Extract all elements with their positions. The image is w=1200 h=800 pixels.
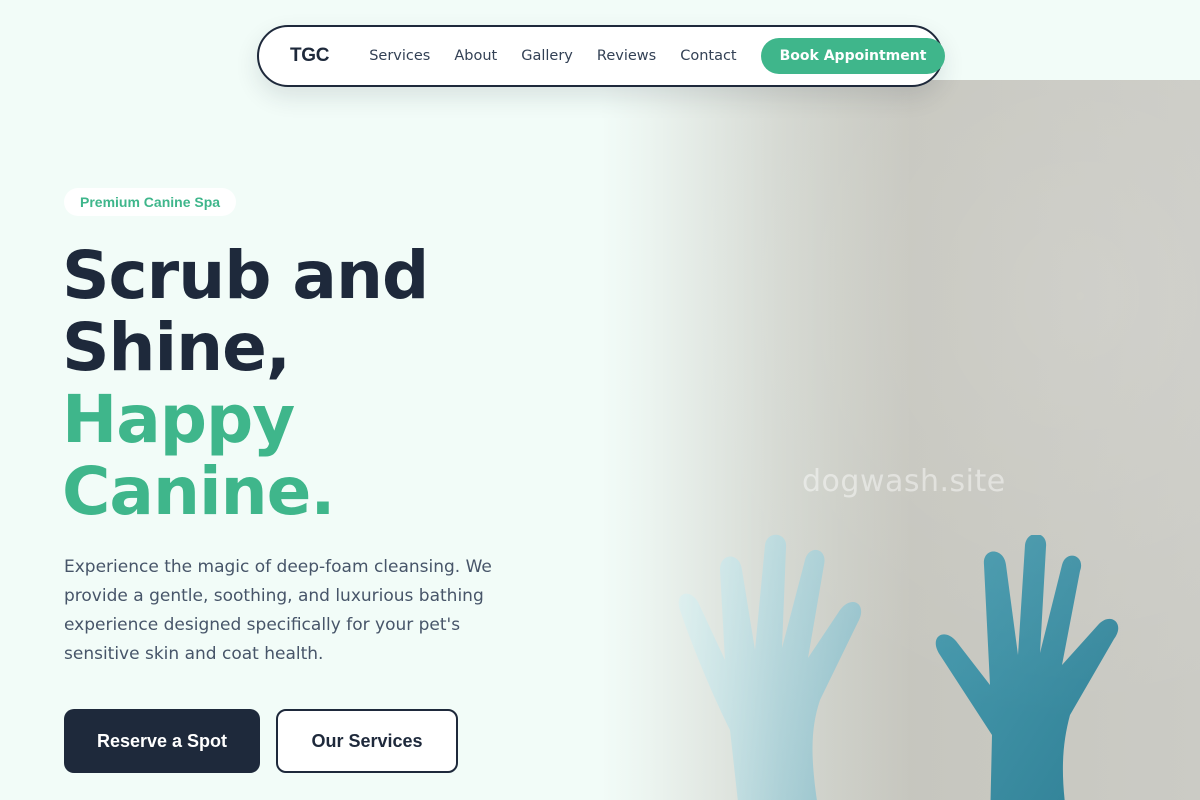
reserve-spot-button[interactable]: Reserve a Spot (64, 709, 260, 773)
nav-links: Services About Gallery Reviews Contact (369, 48, 760, 64)
nav-link-about[interactable]: About (454, 48, 497, 64)
our-services-button[interactable]: Our Services (276, 709, 458, 773)
hero-image: dogwash.site (600, 80, 1200, 800)
book-appointment-button[interactable]: Book Appointment (760, 38, 946, 74)
headline-line-2: Shine, (62, 309, 291, 386)
nav-link-reviews[interactable]: Reviews (597, 48, 656, 64)
hero-description: Experience the magic of deep-foam cleans… (64, 557, 492, 664)
headline-line-3: Happy (62, 381, 295, 458)
headline-line-1: Scrub and (62, 237, 429, 314)
nav-link-services[interactable]: Services (369, 48, 430, 64)
brand-logo[interactable]: TGC (290, 45, 330, 67)
headline-line-4: Canine. (62, 453, 335, 530)
top-navigation: TGC Services About Gallery Reviews Conta… (257, 25, 946, 87)
watermark-text: dogwash.site (802, 464, 1006, 499)
image-fade (600, 80, 1200, 800)
nav-link-gallery[interactable]: Gallery (521, 48, 573, 64)
hero-headline: Scrub and Shine, Happy Canine. (62, 237, 429, 530)
nav-link-contact[interactable]: Contact (680, 48, 736, 64)
hero-badge: Premium Canine Spa (64, 188, 237, 216)
